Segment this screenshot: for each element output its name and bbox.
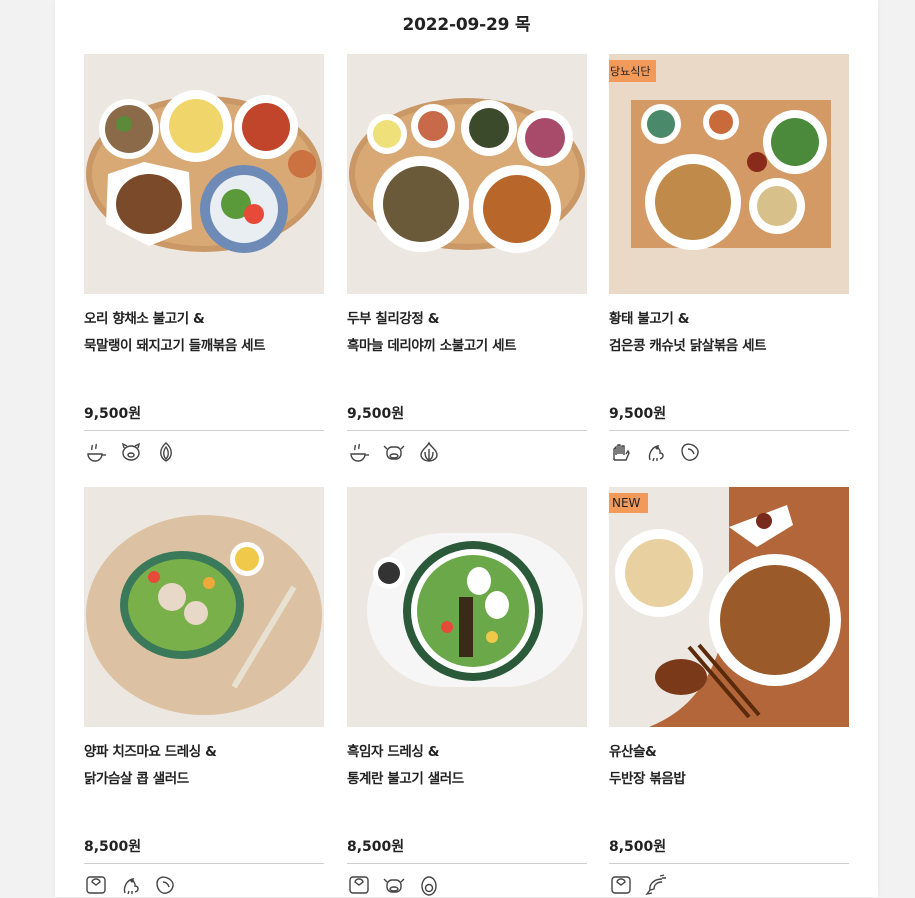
product-title-line2: 닭가슴살 콥 샐러드 (84, 771, 189, 787)
menu-date: 2022-09-29 목 (402, 15, 531, 35)
product-image[interactable]: 당뇨식단 (609, 54, 849, 294)
product-icons (347, 439, 587, 465)
egg-icon (417, 873, 441, 897)
garlic-icon (417, 440, 441, 464)
product-title-line2: 흑마늘 데리야끼 소불고기 세트 (347, 338, 517, 354)
product-card[interactable]: NEW 유산슬& 두반장 볶음밥 8,500원 (609, 487, 849, 898)
product-title-line1: 두부 칠리강정 & (347, 311, 440, 327)
bean-icon (679, 440, 703, 464)
gloves-icon (609, 440, 633, 464)
cow-icon (382, 873, 406, 897)
diet-badge: 당뇨식단 (609, 60, 657, 82)
product-card[interactable]: 두부 칠리강정 & 흑마늘 데리야끼 소불고기 세트 9,500원 (347, 54, 587, 465)
product-icons (609, 439, 849, 465)
scale-icon (609, 873, 633, 897)
product-title-line1: 흑임자 드레싱 & (347, 744, 440, 760)
scale-icon (347, 873, 371, 897)
product-image[interactable] (347, 487, 587, 727)
shrimp-icon (644, 873, 668, 897)
product-image[interactable] (84, 54, 324, 294)
scale-icon (84, 873, 108, 897)
product-title-line1: 양파 치즈마요 드레싱 & (84, 744, 217, 760)
product-title-line2: 두반장 볶음밥 (609, 771, 686, 787)
product-card[interactable]: 흑임자 드레싱 & 통계란 불고기 샐러드 8,500원 (347, 487, 587, 898)
product-title-line1: 오리 향채소 불고기 & (84, 311, 205, 327)
product-image[interactable] (84, 487, 324, 727)
pig-icon (119, 440, 143, 464)
product-price: 8,500원 (347, 836, 587, 864)
product-title-line1: 황태 불고기 & (609, 311, 690, 327)
product-title-line2: 검은콩 캐슈넛 닭살볶음 세트 (609, 338, 767, 354)
bean-icon (154, 873, 178, 897)
cow-icon (382, 440, 406, 464)
onion-icon (154, 440, 178, 464)
product-title-line1: 유산슬& (609, 744, 657, 760)
product-price: 8,500원 (84, 836, 324, 864)
product-price: 9,500원 (84, 403, 324, 431)
pot-icon (84, 440, 108, 464)
product-title-line2: 묵말랭이 돼지고기 들깨볶음 세트 (84, 338, 266, 354)
new-badge: NEW (609, 493, 649, 513)
chicken-icon (119, 873, 143, 897)
product-icons (84, 439, 324, 465)
product-image[interactable] (347, 54, 587, 294)
product-title-line2: 통계란 불고기 샐러드 (347, 771, 464, 787)
pot-icon (347, 440, 371, 464)
product-icons (347, 872, 587, 898)
product-price: 9,500원 (609, 403, 849, 431)
menu-page: 2022-09-29 목 오리 향채소 불고기 & 묵말랭이 돼지고기 들깨볶음… (55, 0, 878, 897)
product-card[interactable]: 당뇨식단 황태 불고기 & 검은콩 캐슈넛 닭살볶음 세트 9,500원 (609, 54, 849, 465)
product-price: 8,500원 (609, 836, 849, 864)
product-image[interactable]: NEW (609, 487, 849, 727)
product-price: 9,500원 (347, 403, 587, 431)
product-icons (609, 872, 849, 898)
chicken-icon (644, 440, 668, 464)
product-card[interactable]: 양파 치즈마요 드레싱 & 닭가슴살 콥 샐러드 8,500원 (84, 487, 324, 898)
product-icons (84, 872, 324, 898)
product-card[interactable]: 오리 향채소 불고기 & 묵말랭이 돼지고기 들깨볶음 세트 9,500원 (84, 54, 324, 465)
